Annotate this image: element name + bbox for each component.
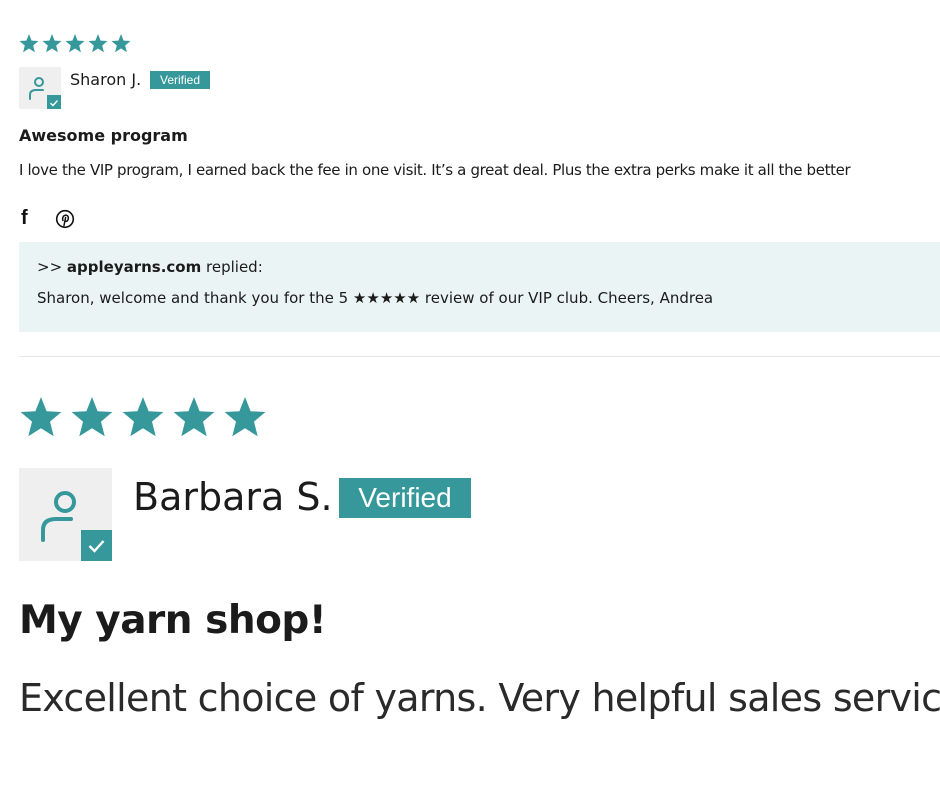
facebook-icon: f: [21, 207, 28, 229]
verified-badge: Verified: [339, 478, 471, 518]
reply-text: Sharon, welcome and thank you for the 5 …: [37, 289, 714, 307]
reply-header: >> appleyarns.com replied:: [37, 258, 263, 276]
rating-stars: [19, 34, 131, 53]
verified-check-icon: [81, 530, 112, 561]
star-icon: [65, 34, 85, 53]
share-facebook-button[interactable]: f: [21, 208, 35, 228]
reviewer-name: Sharon J.: [70, 70, 142, 89]
star-icon: [19, 34, 39, 53]
review-body: Excellent choice of yarns. Very helpful …: [19, 676, 940, 720]
store-reply: >> appleyarns.com replied: Sharon, welco…: [19, 242, 940, 332]
avatar: [19, 67, 61, 109]
rating-stars: [20, 397, 266, 437]
verified-badge: Verified: [150, 71, 210, 89]
reply-verb: replied:: [201, 258, 263, 276]
star-icon: [122, 397, 164, 437]
star-icon: [224, 397, 266, 437]
pinterest-icon: [55, 209, 75, 229]
avatar: [19, 468, 112, 561]
star-icon: [71, 397, 113, 437]
review-body: I love the VIP program, I earned back th…: [19, 161, 851, 179]
review-title: My yarn shop!: [19, 598, 327, 643]
reply-store-name: appleyarns.com: [66, 258, 202, 276]
star-icon: [88, 34, 108, 53]
review-divider: [19, 356, 940, 357]
star-icon: [42, 34, 62, 53]
verified-check-icon: [47, 95, 61, 109]
review-title: Awesome program: [19, 126, 188, 145]
reply-prefix: >>: [37, 258, 67, 276]
star-icon: [173, 397, 215, 437]
share-pinterest-button[interactable]: [55, 209, 75, 229]
star-icon: [111, 34, 131, 53]
star-icon: [20, 397, 62, 437]
reviewer-name: Barbara S.: [133, 475, 333, 519]
